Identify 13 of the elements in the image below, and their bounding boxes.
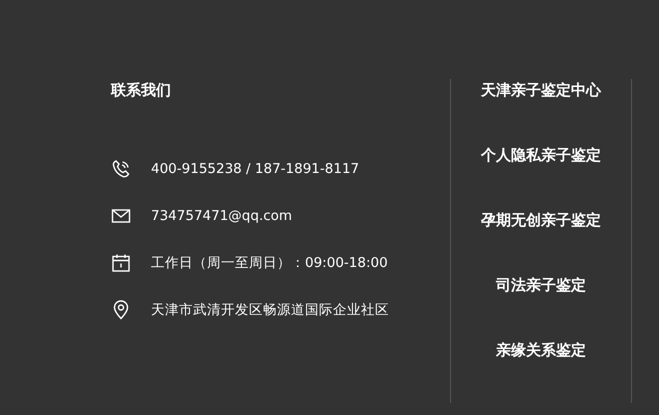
contact-text: 工作日（周一至周日）：09:00-18:00	[151, 254, 388, 272]
footer-link[interactable]: 司法亲子鉴定	[496, 274, 586, 296]
contact-text: 400-9155238 / 187-1891-8117	[151, 161, 360, 177]
section-title: 联系我们	[111, 80, 172, 101]
calendar-icon	[111, 253, 131, 273]
footer-link[interactable]: 孕期无创亲子鉴定	[481, 209, 601, 231]
contact-text: 天津市武清开发区畅源道国际企业社区	[151, 301, 389, 319]
footer-link[interactable]: 天津亲子鉴定中心	[481, 79, 601, 101]
footer-link[interactable]: 个人隐私亲子鉴定	[481, 144, 601, 166]
phone-icon	[111, 159, 131, 179]
contact-text: 734757471@qq.com	[151, 208, 292, 224]
footer-link[interactable]: 亲缘关系鉴定	[496, 339, 586, 361]
location-pin-icon	[111, 300, 131, 320]
